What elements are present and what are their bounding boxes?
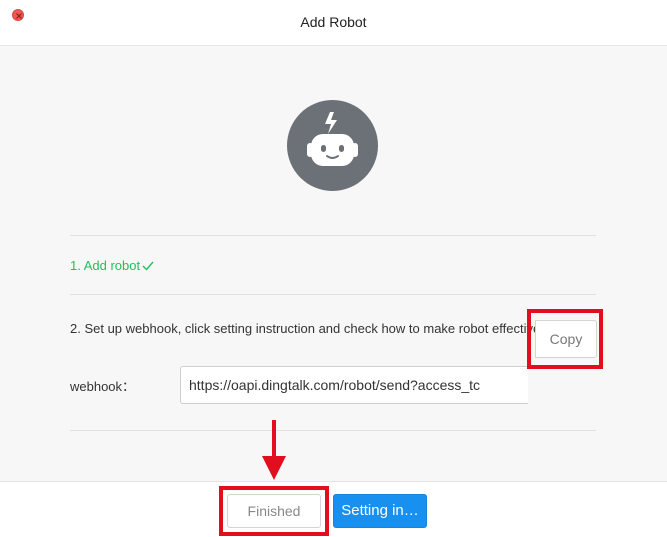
window-title: Add Robot	[300, 14, 367, 30]
step-add-robot-label: 1. Add robot	[70, 258, 141, 273]
check-icon	[142, 259, 154, 274]
divider	[70, 235, 596, 236]
title-bar: Add Robot	[0, 0, 667, 46]
step-set-webhook: 2. Set up webhook, click setting instruc…	[70, 321, 541, 336]
finished-button[interactable]: Finished	[227, 494, 321, 528]
robot-avatar-icon	[287, 100, 378, 191]
content-area: 1. Add robot 2. Set up webhook, click se…	[0, 46, 667, 481]
arrow-down-icon	[262, 420, 286, 480]
divider	[70, 294, 596, 295]
webhook-label: webhook：	[70, 379, 136, 394]
divider	[70, 430, 596, 431]
webhook-url-field[interactable]: https://oapi.dingtalk.com/robot/send?acc…	[180, 366, 528, 404]
setting-instruction-button[interactable]: Setting in…	[333, 494, 427, 528]
step-add-robot: 1. Add robot	[70, 258, 154, 274]
copy-button[interactable]: Copy	[535, 320, 597, 358]
